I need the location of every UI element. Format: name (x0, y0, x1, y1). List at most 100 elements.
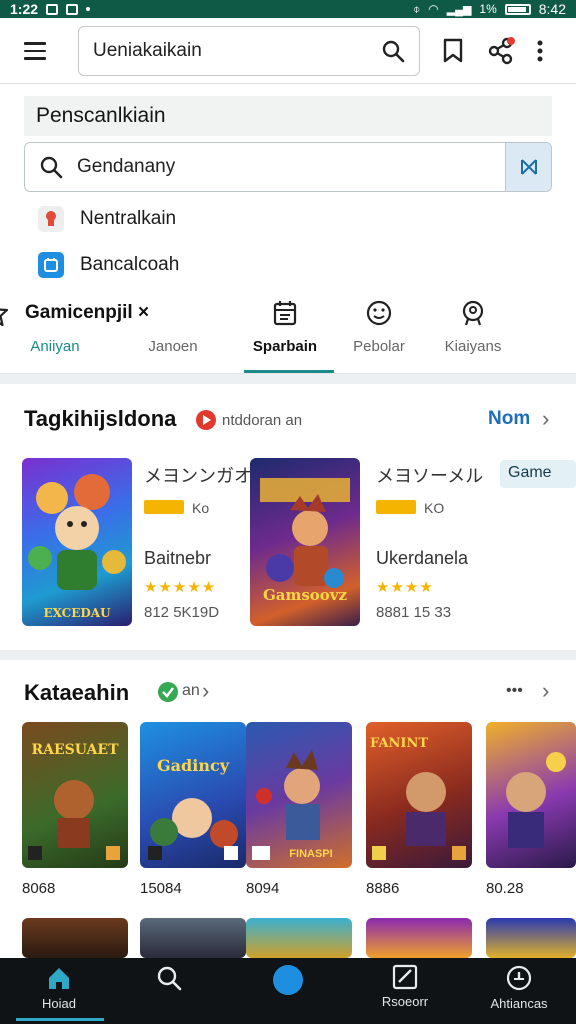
nav-label: Rsoeorr (381, 994, 429, 1009)
panel-title: Penscanlkiain (24, 96, 552, 136)
calendar-icon (272, 296, 298, 330)
nav-edit[interactable]: Rsoeorr (350, 964, 460, 1020)
circle-icon (273, 965, 303, 995)
edit-icon (392, 964, 418, 990)
more-link[interactable]: Nom (488, 408, 530, 430)
game-tile-image[interactable] (486, 918, 576, 958)
card-jp-title: メヨソーメル (376, 466, 484, 486)
chevron-right-icon[interactable]: › (542, 406, 549, 432)
bookmark-icon[interactable] (436, 34, 470, 68)
signal-icon: ▂▄▆ (446, 3, 472, 16)
cover-art-text: EXCEDAU (43, 606, 111, 620)
active-tab-indicator (244, 370, 334, 373)
tile-price: 8068 (22, 880, 56, 897)
game-cover-image[interactable]: Gamsoovz (250, 458, 360, 626)
game-tile-image[interactable]: FANINT (366, 722, 472, 868)
more-vert-icon[interactable] (530, 34, 550, 68)
calendar-notification-icon (66, 3, 79, 15)
share-icon[interactable] (484, 34, 518, 68)
tile-price: 8094 (246, 880, 280, 897)
game-tile-image[interactable] (140, 918, 246, 958)
tab-label: Sparbain (252, 338, 318, 355)
suggestion-item[interactable]: Nentralkain (38, 204, 176, 234)
game-chip[interactable]: Game (500, 460, 576, 488)
battery-icon (504, 3, 531, 15)
tab-janoen[interactable]: Janoen (118, 296, 228, 372)
featured-section: Tagkihijsldona ntddoran an Nom › EXCEDAU… (0, 386, 576, 650)
tab-label: Aniiyan (30, 338, 80, 355)
active-nav-indicator (16, 1018, 104, 1021)
tab-label: Janoen (148, 338, 198, 355)
tab-aniiyan[interactable]: Gamicenpjil × Aniiyan (0, 296, 149, 372)
category-tabs: Gamicenpjil × Aniiyan Janoen Sparbain Pe… (0, 296, 576, 376)
search-panel: Penscanlkiain Nentralkain Bancalcoah Gam… (0, 84, 576, 374)
card-name[interactable]: Ukerdanela (376, 548, 468, 569)
game-cover-image[interactable]: EXCEDAU (22, 458, 132, 626)
bottom-navigation: Hoiad Rsoeorr Ahtiancas (0, 958, 576, 1024)
dot-notification-icon (86, 7, 91, 11)
search-icon[interactable] (381, 39, 405, 63)
chevron-right-icon[interactable]: › (542, 678, 549, 704)
search-icon (157, 966, 182, 991)
image-notification-icon (46, 3, 59, 15)
wifi-icon: ◠ (428, 2, 439, 16)
card-jp-title: メヨンンガオ (144, 466, 252, 486)
section-badge-text: an (182, 682, 200, 699)
panel-search-field[interactable] (24, 142, 552, 192)
rating-tag: KO (424, 500, 445, 516)
top-search-input[interactable] (93, 40, 381, 62)
game-tile-image[interactable] (486, 722, 576, 868)
badge-icon (459, 296, 487, 330)
section-title: Tagkihijsldona (24, 406, 177, 431)
tab-label: Pebolar (353, 338, 405, 355)
battery-percent: 1% (479, 2, 497, 16)
top-search-field[interactable] (78, 26, 420, 76)
nav-center[interactable] (233, 964, 343, 1020)
game-tile-image[interactable]: FINASPI (246, 722, 352, 868)
chevron-right-icon[interactable]: › (202, 678, 209, 704)
rating-tag: Ko (192, 500, 210, 516)
game-tile-image[interactable] (22, 918, 128, 958)
star-icon (0, 308, 9, 327)
app-blue-icon (38, 252, 64, 278)
smile-icon (365, 296, 393, 330)
status-time: 1:22 (10, 1, 39, 17)
search-icon (25, 155, 77, 179)
nav-label: Ahtiancas (490, 996, 548, 1011)
game-tile-image[interactable] (246, 918, 352, 958)
panel-search-input[interactable] (77, 156, 505, 178)
status-clock: 8:42 (538, 1, 566, 17)
tab-label: Kiaiyans (444, 338, 502, 355)
tab-kiaiyans[interactable]: Kiaiyans (418, 296, 528, 372)
game-tile-image[interactable] (366, 918, 472, 958)
suggestion-label: Nentralkain (80, 208, 177, 229)
game-tile-image[interactable]: Gadincy (140, 722, 246, 868)
rating-bar-icon (376, 500, 416, 514)
check-badge-icon (158, 682, 178, 702)
play-badge-icon (196, 410, 216, 430)
tile-art-text: FINASPI (289, 848, 333, 860)
card-price: 8881 15 33 (376, 604, 452, 621)
nav-search[interactable] (114, 964, 224, 1020)
nav-label: Hoiad (42, 996, 76, 1011)
section-divider (0, 650, 576, 660)
section-divider (0, 374, 576, 384)
voice-search-icon[interactable] (505, 143, 551, 191)
section-subtitle: ntddoran an (222, 412, 303, 429)
app-red-icon (38, 206, 64, 232)
home-icon (49, 968, 69, 989)
nav-info[interactable]: Ahtiancas (464, 964, 574, 1020)
card-name[interactable]: Baitnebr (144, 548, 211, 569)
nav-home[interactable]: Hoiad (4, 964, 114, 1020)
suggestion-item[interactable]: Bancalcoah (38, 250, 179, 280)
menu-icon[interactable] (24, 42, 46, 60)
rating-bar-icon (144, 500, 184, 514)
more-dots-icon[interactable]: ••• (506, 682, 523, 700)
game-tile-image[interactable]: RAESUAET (22, 722, 128, 868)
category-section: Kataeahin an › ••• › RAESUAET Gadincy FI… (0, 662, 576, 958)
card-price: 812 5K19D (144, 604, 220, 621)
vibrate-icon: ⌽ (413, 1, 421, 16)
star-rating: ★★★★★ (144, 579, 217, 596)
section-title: Kataeahin (24, 680, 130, 705)
app-bar (0, 18, 576, 84)
